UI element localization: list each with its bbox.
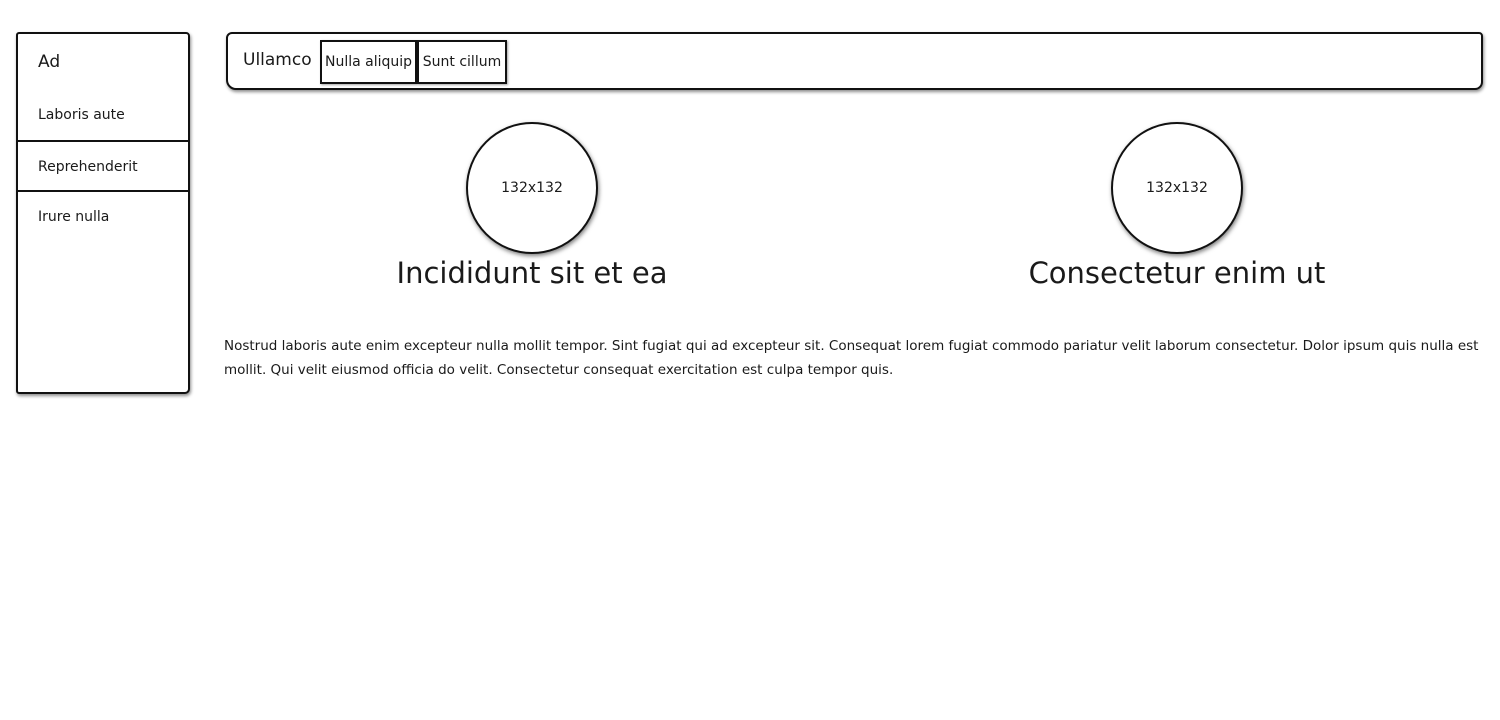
card-1: 132x132 Incididunt sit et ea	[322, 122, 742, 302]
avatar-image-placeholder: 132x132	[1111, 122, 1243, 254]
sidebar-item-laboris-aute[interactable]: Laboris aute	[18, 90, 188, 140]
sidebar: Ad Laboris aute Reprehenderit Irure null…	[16, 32, 190, 394]
card-title: Incididunt sit et ea	[396, 256, 668, 290]
card-2: 132x132 Consectetur enim ut	[967, 122, 1387, 302]
body-paragraph: Nostrud laboris aute enim excepteur null…	[224, 338, 1479, 378]
sidebar-item-irure-nulla[interactable]: Irure nulla	[18, 190, 188, 240]
avatar-image-placeholder: 132x132	[466, 122, 598, 254]
sidebar-item-reprehenderit[interactable]: Reprehenderit	[18, 140, 188, 190]
sidebar-title: Ad	[38, 52, 61, 72]
navbar-brand[interactable]: Ullamco	[243, 50, 312, 70]
top-navbar: Ullamco Nulla aliquip Sunt cillum	[226, 32, 1483, 90]
tab-nulla-aliquip[interactable]: Nulla aliquip	[320, 40, 417, 84]
card-title: Consectetur enim ut	[1028, 256, 1326, 290]
tab-sunt-cillum[interactable]: Sunt cillum	[417, 40, 507, 84]
